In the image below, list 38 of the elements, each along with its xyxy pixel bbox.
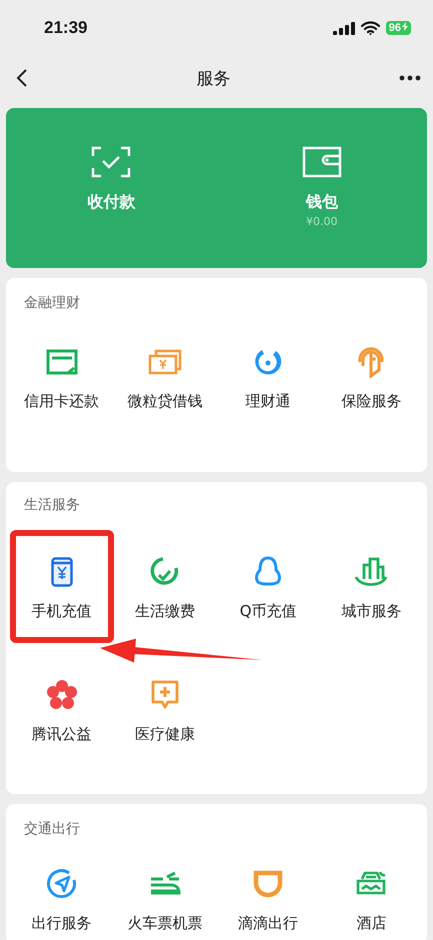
bolt-icon: [402, 22, 408, 31]
phone-icon: [50, 557, 73, 587]
wallet-icon: [302, 146, 342, 178]
buildings-icon: [354, 557, 388, 587]
service-item[interactable]: 酒店: [344, 856, 398, 940]
page-title: 服务: [196, 68, 230, 90]
banknote-icon: [148, 349, 182, 375]
service-item[interactable]: 微粒贷借钱: [117, 334, 212, 421]
service-item[interactable]: 手机充值: [10, 530, 114, 643]
head-outline-icon: [253, 556, 284, 588]
back-icon[interactable]: [16, 68, 28, 88]
service-item[interactable]: 信用卡还款: [14, 334, 110, 421]
flower-icon: [46, 680, 77, 710]
section-title: 交通出行: [23, 820, 81, 838]
battery-indicator: 96: [386, 21, 411, 35]
scan-check-icon: [91, 146, 132, 178]
service-item[interactable]: 城市服务: [331, 544, 412, 631]
wallet-balance: ¥0.00: [306, 215, 338, 228]
service-item[interactable]: 滴滴出行: [228, 856, 308, 940]
service-item[interactable]: 腾讯公益: [22, 667, 102, 754]
service-item[interactable]: 出行服务: [22, 856, 102, 940]
section-title: 生活服务: [23, 496, 81, 514]
service-item[interactable]: 理财通: [236, 334, 301, 421]
plus-bubble-icon: [150, 679, 180, 711]
service-item[interactable]: 医疗健康: [124, 667, 205, 754]
wifi-icon: [360, 21, 380, 35]
section-title: 金融理财: [23, 294, 81, 312]
signal-icon: [332, 22, 355, 34]
service-item[interactable]: 生活缴费: [124, 544, 205, 631]
service-item[interactable]: 保险服务: [331, 334, 412, 421]
card-icon: [46, 349, 78, 375]
arc-icon: [253, 870, 284, 898]
train-icon: [148, 871, 181, 897]
service-item[interactable]: Q币充值: [230, 544, 307, 631]
service-item[interactable]: 火车票机票: [117, 856, 212, 940]
more-icon[interactable]: [399, 75, 421, 81]
navigation-icon: [46, 869, 77, 899]
status-time: 21:39: [44, 18, 88, 38]
